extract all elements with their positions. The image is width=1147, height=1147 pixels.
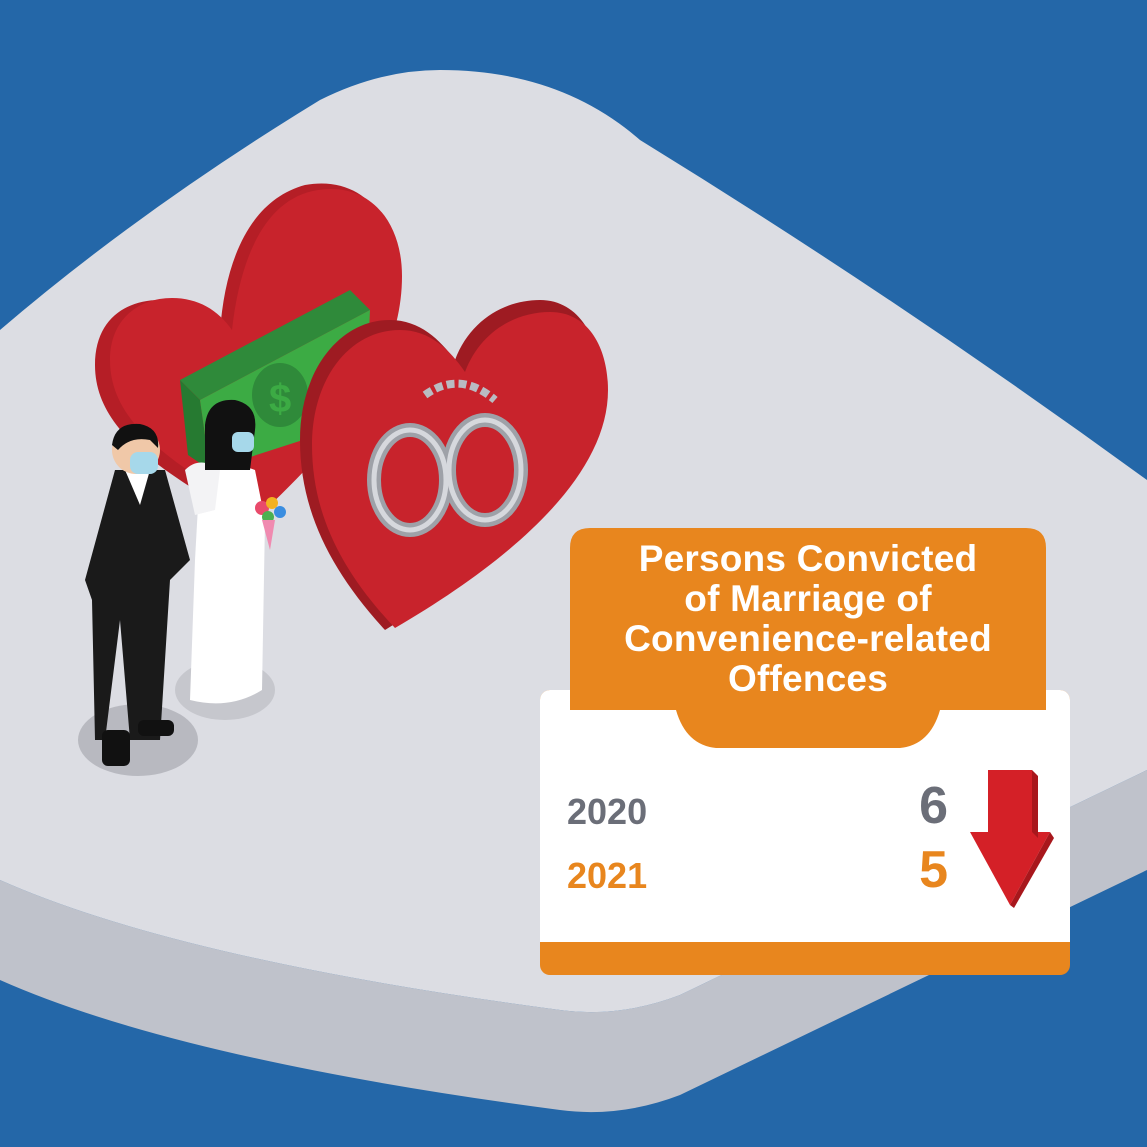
card-title-line: Convenience-related (624, 618, 992, 659)
card-title: Persons Convicted of Marriage of Conveni… (624, 539, 992, 699)
svg-text:$: $ (269, 377, 291, 421)
card-title-line: of Marriage of (684, 578, 932, 619)
year-2021-label: 2021 (567, 855, 648, 896)
infographic: $ Persons Convicted of Marriage of Conve… (0, 0, 1147, 1147)
year-2020-label: 2020 (567, 791, 648, 832)
year-2020-value: 6 (919, 777, 948, 835)
card-title-line: Offences (728, 658, 888, 699)
card-header: Persons Convicted of Marriage of Conveni… (570, 528, 1046, 710)
card-title-line: Persons Convicted (638, 538, 978, 579)
year-2021-value: 5 (919, 841, 948, 899)
